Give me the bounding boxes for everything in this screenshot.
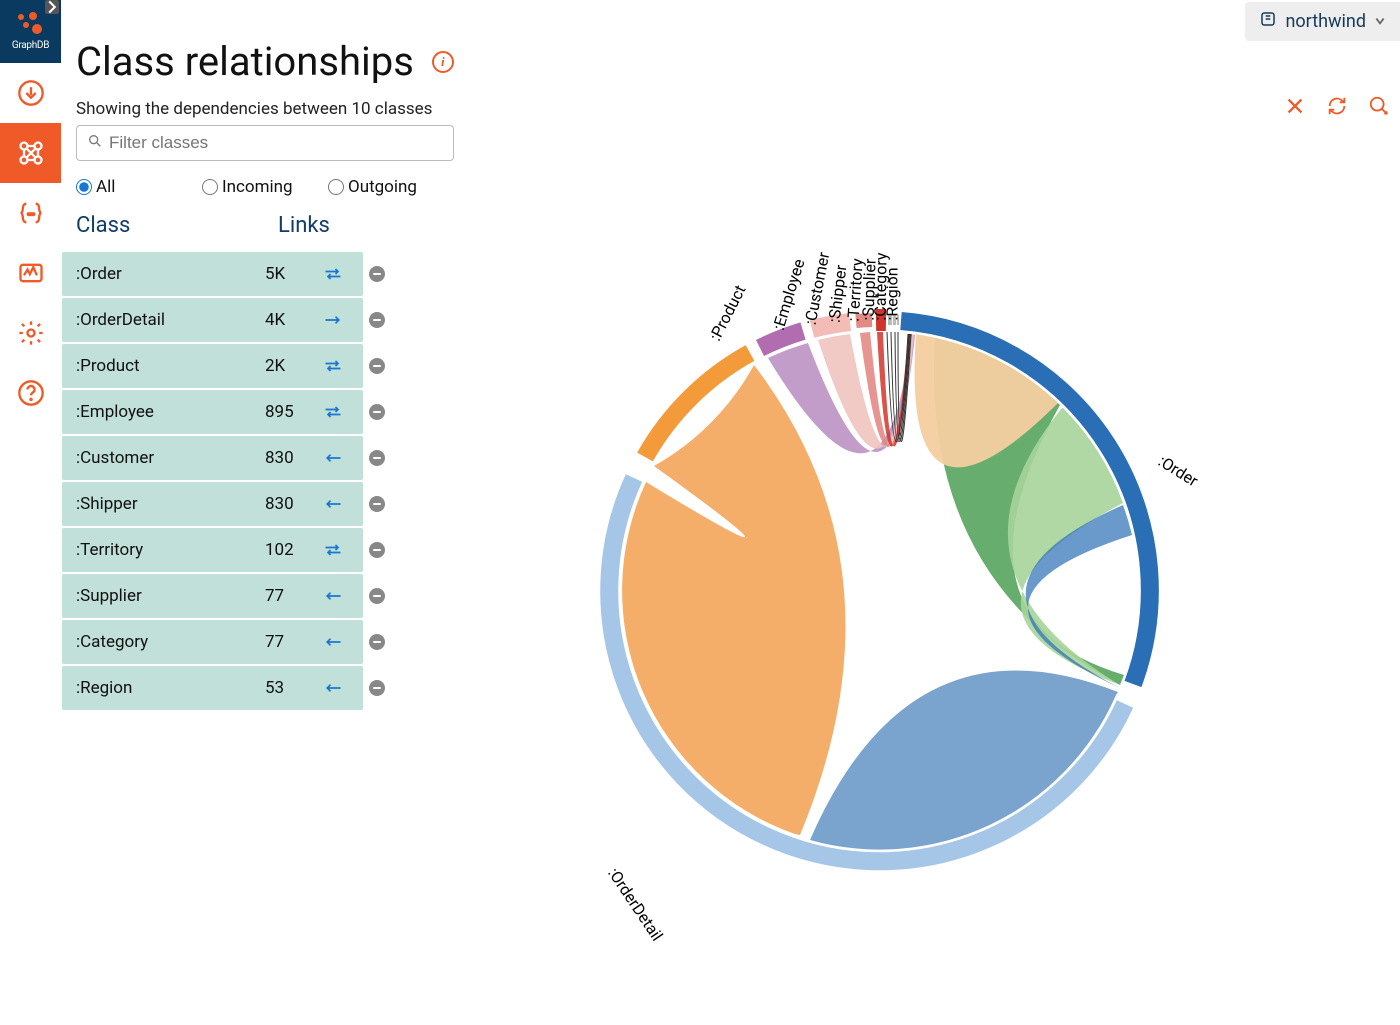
class-name-cell: :Region [76, 678, 265, 698]
links-count-cell: 77 [265, 586, 318, 606]
direction-icon[interactable] [318, 681, 348, 695]
remove-class-button[interactable] [369, 588, 385, 604]
sidebar: GraphDB [0, 0, 61, 1025]
class-name-cell: :Order [76, 264, 265, 284]
links-count-cell: 4K [265, 310, 318, 330]
remove-class-button[interactable] [369, 450, 385, 466]
links-count-cell: 5K [265, 264, 318, 284]
page-title: Class relationships i [76, 38, 1400, 85]
remove-class-button[interactable] [369, 266, 385, 282]
direction-icon[interactable] [318, 635, 348, 649]
direction-icon[interactable] [318, 405, 348, 419]
direction-icon[interactable] [318, 451, 348, 465]
page-subtitle: Showing the dependencies between 10 clas… [76, 99, 1400, 119]
export-icon[interactable] [1368, 95, 1390, 117]
table-row[interactable]: :Employee895 [62, 390, 363, 434]
class-name-cell: :Employee [76, 402, 265, 422]
filter-radio-label: Outgoing [348, 177, 417, 197]
page-title-text: Class relationships [76, 38, 414, 85]
chevron-down-icon [1374, 11, 1386, 32]
links-count-cell: 830 [265, 448, 318, 468]
filter-radio-all[interactable]: All [76, 177, 202, 197]
sidebar-import-icon[interactable] [0, 63, 61, 123]
table-row[interactable]: :OrderDetail4K [62, 298, 363, 342]
sidebar-help-icon[interactable] [0, 363, 61, 423]
table-row[interactable]: :Customer830 [62, 436, 363, 480]
chord-diagram[interactable]: :Order :OrderDetail :Product :Employee :… [590, 250, 1170, 950]
repository-name: northwind [1285, 11, 1366, 32]
class-name-cell: :Customer [76, 448, 265, 468]
brand-text: GraphDB [12, 40, 49, 51]
remove-class-button[interactable] [369, 312, 385, 328]
reload-icon[interactable] [1326, 95, 1348, 117]
direction-icon[interactable] [318, 313, 348, 327]
repository-icon [1259, 10, 1277, 33]
direction-icon[interactable] [318, 267, 348, 281]
filter-radio-label: Incoming [222, 177, 293, 197]
table-row[interactable]: :Supplier77 [62, 574, 363, 618]
table-row[interactable]: :Product2K [62, 344, 363, 388]
table-row[interactable]: :Order5K [62, 252, 363, 296]
links-count-cell: 2K [265, 356, 318, 376]
table-row[interactable]: :Territory102 [62, 528, 363, 572]
repository-selector[interactable]: northwind [1245, 2, 1400, 41]
remove-class-button[interactable] [369, 496, 385, 512]
class-name-cell: :Shipper [76, 494, 265, 514]
chord-label-region: :Region [883, 267, 902, 320]
links-count-cell: 102 [265, 540, 318, 560]
links-count-cell: 830 [265, 494, 318, 514]
class-links-table: Class Links :Order5K:OrderDetail4K:Produ… [62, 207, 382, 710]
direction-icon[interactable] [318, 359, 348, 373]
search-icon [87, 133, 109, 153]
sidebar-monitor-icon[interactable] [0, 243, 61, 303]
class-name-cell: :Supplier [76, 586, 265, 606]
filter-radio-outgoing[interactable]: Outgoing [328, 177, 454, 197]
filter-radio-input-all[interactable] [76, 179, 92, 195]
expand-sidebar-button[interactable] [45, 0, 59, 14]
filter-radio-label: All [96, 177, 115, 197]
direction-icon[interactable] [318, 543, 348, 557]
class-name-cell: :Product [76, 356, 265, 376]
table-header-links: Links [278, 213, 330, 238]
remove-class-button[interactable] [369, 404, 385, 420]
remove-class-button[interactable] [369, 634, 385, 650]
info-icon[interactable]: i [432, 51, 454, 73]
table-row[interactable]: :Category77 [62, 620, 363, 664]
filter-radio-input-outgoing[interactable] [328, 179, 344, 195]
sidebar-explore-icon[interactable] [0, 123, 61, 183]
direction-icon[interactable] [318, 497, 348, 511]
close-icon[interactable] [1284, 95, 1306, 117]
class-name-cell: :Category [76, 632, 265, 652]
sidebar-sparql-icon[interactable] [0, 183, 61, 243]
remove-class-button[interactable] [369, 542, 385, 558]
direction-filter-group: All Incoming Outgoing [76, 177, 454, 197]
remove-class-button[interactable] [369, 680, 385, 696]
table-row[interactable]: :Region53 [62, 666, 363, 710]
links-count-cell: 77 [265, 632, 318, 652]
direction-icon[interactable] [318, 589, 348, 603]
class-name-cell: :Territory [76, 540, 265, 560]
table-header-class: Class [76, 213, 278, 238]
filter-classes-input[interactable] [109, 133, 443, 153]
remove-class-button[interactable] [369, 358, 385, 374]
filter-classes-input-wrap[interactable] [76, 125, 454, 161]
class-name-cell: :OrderDetail [76, 310, 265, 330]
links-count-cell: 895 [265, 402, 318, 422]
table-row[interactable]: :Shipper830 [62, 482, 363, 526]
filter-radio-incoming[interactable]: Incoming [202, 177, 328, 197]
sidebar-setup-icon[interactable] [0, 303, 61, 363]
filter-radio-input-incoming[interactable] [202, 179, 218, 195]
links-count-cell: 53 [265, 678, 318, 698]
